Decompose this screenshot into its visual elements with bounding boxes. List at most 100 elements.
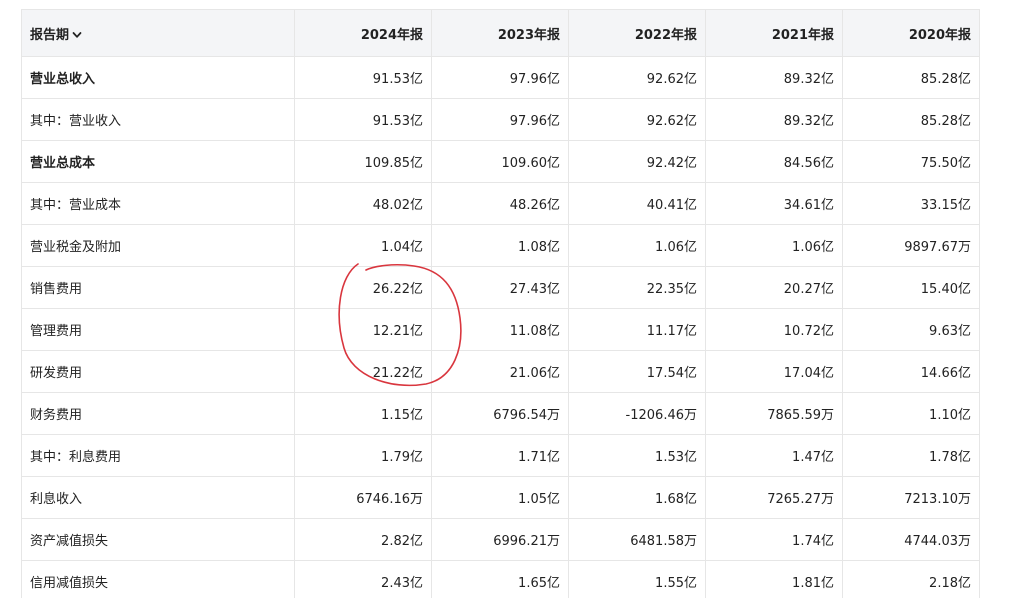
row-label: 研发费用 <box>21 350 295 393</box>
row-label: 利息收入 <box>21 476 295 519</box>
value-cell: 1.74亿 <box>705 518 843 561</box>
row-label: 销售费用 <box>21 266 295 309</box>
value-cell: 4744.03万 <box>842 518 980 561</box>
value-cell: 2.18亿 <box>842 560 980 598</box>
value-cell: 89.32亿 <box>705 56 843 99</box>
value-cell: 91.53亿 <box>294 56 432 99</box>
value-cell: 89.32亿 <box>705 98 843 141</box>
value-cell: 9.63亿 <box>842 308 980 351</box>
value-cell: 12.21亿 <box>294 308 432 351</box>
header-row: 报告期 2024年报 2023年报 2022年报 2021年报 2020年报 <box>21 9 980 57</box>
table-row: 资产减值损失 2.82亿 6996.21万 6481.58万 1.74亿 4744.03万 <box>21 518 980 561</box>
row-label: 资产减值损失 <box>21 518 295 561</box>
table-header: 报告期 2024年报 2023年报 2022年报 2021年报 2020年报 <box>21 9 980 57</box>
row-label: 其中：利息费用 <box>21 434 295 477</box>
value-cell: 17.04亿 <box>705 350 843 393</box>
value-cell: 1.53亿 <box>568 434 706 477</box>
income-statement-table: 报告期 2024年报 2023年报 2022年报 2021年报 2020年报 营… <box>21 9 980 598</box>
table-body: 营业总收入 91.53亿 97.96亿 92.62亿 89.32亿 85.28亿 其中：营业… <box>21 56 980 598</box>
table-row: 营业总成本 109.85亿 109.60亿 92.42亿 84.56亿 75.50亿 <box>21 140 980 183</box>
row-label: 营业税金及附加 <box>21 224 295 267</box>
value-cell: 1.65亿 <box>431 560 569 598</box>
value-cell: 1.04亿 <box>294 224 432 267</box>
value-cell: 27.43亿 <box>431 266 569 309</box>
value-cell: 97.96亿 <box>431 56 569 99</box>
value-cell: 26.22亿 <box>294 266 432 309</box>
value-cell: 20.27亿 <box>705 266 843 309</box>
value-cell: 1.06亿 <box>705 224 843 267</box>
year-header: 2024年报 <box>294 9 432 57</box>
table-row: 财务费用 1.15亿 6796.54万 -1206.46万 7865.59万 1.10亿 <box>21 392 980 435</box>
table-row: 其中：利息费用 1.79亿 1.71亿 1.53亿 1.47亿 1.78亿 <box>21 434 980 477</box>
value-cell: 6481.58万 <box>568 518 706 561</box>
value-cell: 1.78亿 <box>842 434 980 477</box>
value-cell: 1.47亿 <box>705 434 843 477</box>
table-row: 销售费用 26.22亿 27.43亿 22.35亿 20.27亿 15.40亿 <box>21 266 980 309</box>
value-cell: 92.62亿 <box>568 98 706 141</box>
value-cell: 7213.10万 <box>842 476 980 519</box>
chevron-down-icon <box>72 31 82 38</box>
table-row: 信用减值损失 2.43亿 1.65亿 1.55亿 1.81亿 2.18亿 <box>21 560 980 598</box>
value-cell: 9897.67万 <box>842 224 980 267</box>
table-row: 研发费用 21.22亿 21.06亿 17.54亿 17.04亿 14.66亿 <box>21 350 980 393</box>
value-cell: 11.17亿 <box>568 308 706 351</box>
row-label: 其中：营业收入 <box>21 98 295 141</box>
value-cell: 34.61亿 <box>705 182 843 225</box>
value-cell: 1.15亿 <box>294 392 432 435</box>
value-cell: 1.05亿 <box>431 476 569 519</box>
table-row: 营业总收入 91.53亿 97.96亿 92.62亿 89.32亿 85.28亿 <box>21 56 980 99</box>
value-cell: 6796.54万 <box>431 392 569 435</box>
value-cell: 84.56亿 <box>705 140 843 183</box>
value-cell: 109.85亿 <box>294 140 432 183</box>
value-cell: 1.68亿 <box>568 476 706 519</box>
value-cell: -1206.46万 <box>568 392 706 435</box>
row-label: 财务费用 <box>21 392 295 435</box>
value-cell: 85.28亿 <box>842 56 980 99</box>
row-label: 营业总成本 <box>21 140 295 183</box>
value-cell: 1.81亿 <box>705 560 843 598</box>
value-cell: 92.62亿 <box>568 56 706 99</box>
report-period-label: 报告期 <box>30 27 70 43</box>
table-row: 管理费用 12.21亿 11.08亿 11.17亿 10.72亿 9.63亿 <box>21 308 980 351</box>
value-cell: 22.35亿 <box>568 266 706 309</box>
table-row: 营业税金及附加 1.04亿 1.08亿 1.06亿 1.06亿 9897.67万 <box>21 224 980 267</box>
value-cell: 97.96亿 <box>431 98 569 141</box>
value-cell: 7265.27万 <box>705 476 843 519</box>
value-cell: 1.79亿 <box>294 434 432 477</box>
value-cell: 17.54亿 <box>568 350 706 393</box>
value-cell: 6996.21万 <box>431 518 569 561</box>
value-cell: 109.60亿 <box>431 140 569 183</box>
table-row: 利息收入 6746.16万 1.05亿 1.68亿 7265.27万 7213.10万 <box>21 476 980 519</box>
value-cell: 1.08亿 <box>431 224 569 267</box>
value-cell: 6746.16万 <box>294 476 432 519</box>
value-cell: 11.08亿 <box>431 308 569 351</box>
row-label: 管理费用 <box>21 308 295 351</box>
value-cell: 14.66亿 <box>842 350 980 393</box>
value-cell: 1.55亿 <box>568 560 706 598</box>
value-cell: 10.72亿 <box>705 308 843 351</box>
year-header: 2020年报 <box>842 9 980 57</box>
value-cell: 7865.59万 <box>705 392 843 435</box>
value-cell: 21.22亿 <box>294 350 432 393</box>
value-cell: 21.06亿 <box>431 350 569 393</box>
table-row: 其中：营业成本 48.02亿 48.26亿 40.41亿 34.61亿 33.15亿 <box>21 182 980 225</box>
value-cell: 1.10亿 <box>842 392 980 435</box>
year-header: 2023年报 <box>431 9 569 57</box>
row-label: 其中：营业成本 <box>21 182 295 225</box>
value-cell: 48.02亿 <box>294 182 432 225</box>
value-cell: 2.43亿 <box>294 560 432 598</box>
value-cell: 33.15亿 <box>842 182 980 225</box>
year-header: 2021年报 <box>705 9 843 57</box>
value-cell: 85.28亿 <box>842 98 980 141</box>
report-period-dropdown[interactable]: 报告期 <box>21 9 295 57</box>
table-row: 其中：营业收入 91.53亿 97.96亿 92.62亿 89.32亿 85.28亿 <box>21 98 980 141</box>
year-header: 2022年报 <box>568 9 706 57</box>
value-cell: 15.40亿 <box>842 266 980 309</box>
value-cell: 2.82亿 <box>294 518 432 561</box>
value-cell: 1.71亿 <box>431 434 569 477</box>
value-cell: 40.41亿 <box>568 182 706 225</box>
value-cell: 91.53亿 <box>294 98 432 141</box>
value-cell: 1.06亿 <box>568 224 706 267</box>
row-label: 营业总收入 <box>21 56 295 99</box>
value-cell: 92.42亿 <box>568 140 706 183</box>
